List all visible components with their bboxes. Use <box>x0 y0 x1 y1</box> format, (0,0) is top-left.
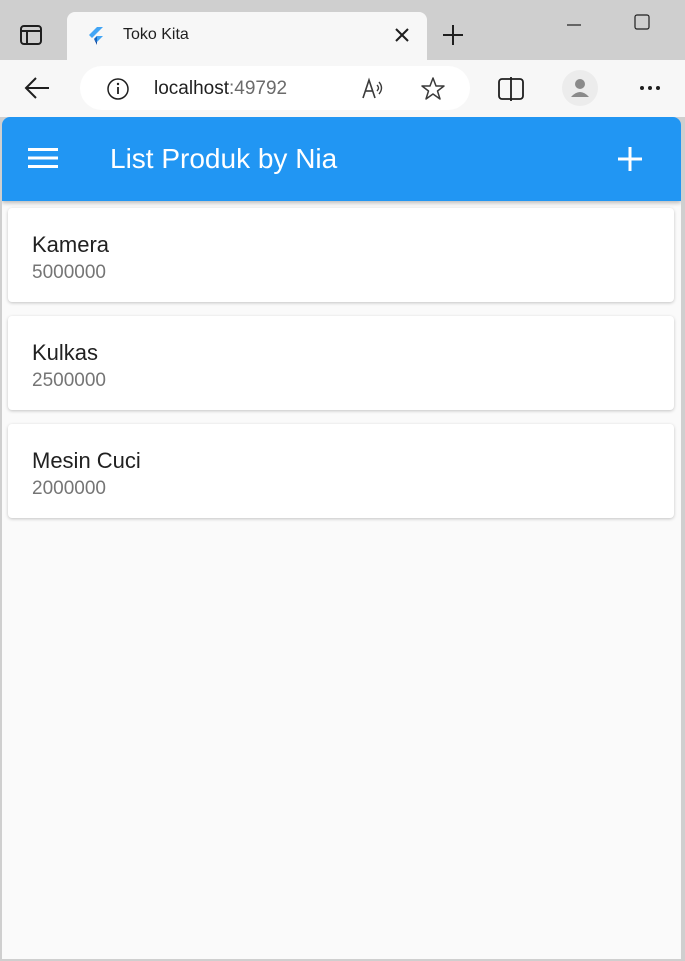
read-aloud-icon[interactable] <box>360 76 386 102</box>
page-title: List Produk by Nia <box>110 143 338 174</box>
url-port: :49792 <box>229 78 288 99</box>
product-price: 5000000 <box>32 262 106 283</box>
browser-toolbar: localhost:49792 <box>0 60 685 117</box>
tab-actions-icon <box>20 25 42 45</box>
tab-close-button[interactable] <box>391 24 413 46</box>
flutter-icon <box>89 27 103 45</box>
more-icon <box>640 86 660 90</box>
star-icon[interactable] <box>420 76 446 102</box>
info-icon[interactable] <box>106 77 130 101</box>
page-viewport: List Produk by Nia Kamera 5000000 Kulkas… <box>2 117 681 959</box>
profile-button[interactable] <box>562 70 598 106</box>
split-screen-icon[interactable] <box>497 76 525 102</box>
product-price: 2500000 <box>32 370 106 391</box>
plus-icon <box>443 25 463 45</box>
address-bar[interactable]: localhost:49792 <box>80 66 470 110</box>
minimize-button[interactable] <box>562 10 586 34</box>
more-button[interactable] <box>634 77 666 99</box>
tab-title: Toko Kita <box>123 26 189 43</box>
new-tab-button[interactable] <box>438 20 468 50</box>
close-icon <box>395 28 409 42</box>
back-button[interactable] <box>20 73 54 103</box>
product-list: Kamera 5000000 Kulkas 2500000 Mesin Cuci… <box>8 208 674 532</box>
maximize-icon <box>634 14 650 30</box>
hamburger-menu-icon[interactable] <box>28 146 58 170</box>
url-host: localhost <box>154 78 229 99</box>
url-text[interactable]: localhost:49792 <box>154 78 287 100</box>
browser-tabstrip: Toko Kita <box>0 0 685 60</box>
product-card[interactable]: Mesin Cuci 2000000 <box>8 424 674 518</box>
product-card[interactable]: Kamera 5000000 <box>8 208 674 302</box>
product-card[interactable]: Kulkas 2500000 <box>8 316 674 410</box>
minimize-icon <box>567 24 581 26</box>
app-bar: List Produk by Nia <box>2 117 681 201</box>
browser-tab[interactable]: Toko Kita <box>67 12 427 60</box>
profile-icon <box>571 79 589 97</box>
product-name: Mesin Cuci <box>32 448 141 473</box>
product-price: 2000000 <box>32 478 106 499</box>
product-name: Kulkas <box>32 340 99 365</box>
maximize-button[interactable] <box>630 10 654 34</box>
arrow-left-icon <box>24 77 49 99</box>
add-icon[interactable] <box>616 145 644 173</box>
product-name: Kamera <box>32 232 110 257</box>
tab-actions-button[interactable] <box>14 20 48 50</box>
